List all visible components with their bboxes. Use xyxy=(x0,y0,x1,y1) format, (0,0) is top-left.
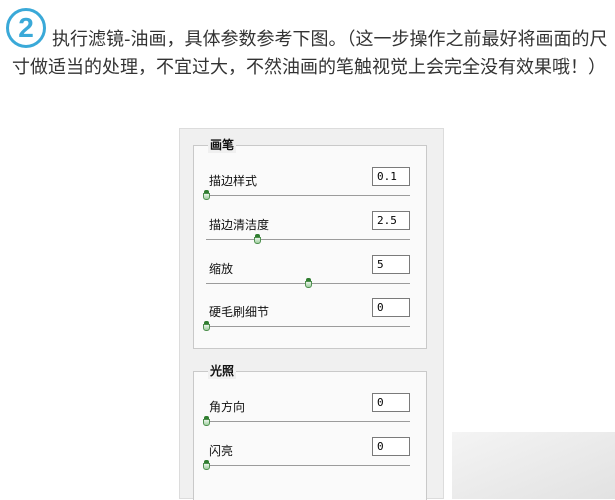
slider-thumb-icon[interactable] xyxy=(254,234,261,244)
lighting-group-title: 光照 xyxy=(208,363,237,379)
stroke-style-input[interactable]: 0.1 xyxy=(372,167,410,186)
slider-thumb-icon[interactable] xyxy=(203,321,210,331)
slider-thumb-icon[interactable] xyxy=(203,460,210,470)
stroke-style-slider[interactable] xyxy=(203,190,410,200)
stroke-style-label: 描边样式 xyxy=(209,174,258,188)
scale-slider[interactable] xyxy=(206,278,410,288)
bristle-detail-label: 硬毛刷细节 xyxy=(209,305,270,319)
slider-thumb-icon[interactable] xyxy=(203,416,210,426)
bristle-detail-slider[interactable] xyxy=(203,321,410,331)
angle-direction-input[interactable]: 0 xyxy=(372,393,410,412)
shine-input[interactable]: 0 xyxy=(372,437,410,456)
oil-paint-dialog: 画笔 描边样式 0.1 描边清洁度 2.5 缩放 5 硬毛刷细节 0 光照 角方… xyxy=(179,128,444,500)
shine-slider[interactable] xyxy=(203,460,410,470)
brush-group-title: 画笔 xyxy=(208,137,237,153)
scale-input[interactable]: 5 xyxy=(372,255,410,274)
stroke-cleanliness-slider[interactable] xyxy=(206,234,410,244)
stroke-cleanliness-label: 描边清洁度 xyxy=(209,218,270,232)
brush-group: 画笔 描边样式 0.1 描边清洁度 2.5 缩放 5 硬毛刷细节 0 xyxy=(193,137,427,349)
angle-direction-label: 角方向 xyxy=(209,400,246,414)
slider-thumb-icon[interactable] xyxy=(305,278,312,288)
scale-label: 缩放 xyxy=(209,262,234,276)
slider-thumb-icon[interactable] xyxy=(203,190,210,200)
param-scale: 缩放 5 xyxy=(194,255,426,301)
param-bristle-detail: 硬毛刷细节 0 xyxy=(194,298,426,344)
lighting-group: 光照 角方向 0 闪亮 0 xyxy=(193,363,427,500)
bristle-detail-input[interactable]: 0 xyxy=(372,298,410,317)
param-stroke-cleanliness: 描边清洁度 2.5 xyxy=(194,211,426,257)
param-angle-direction: 角方向 0 xyxy=(194,393,426,439)
param-shine: 闪亮 0 xyxy=(194,437,426,483)
shine-label: 闪亮 xyxy=(209,444,234,458)
param-stroke-style: 描边样式 0.1 xyxy=(194,167,426,213)
instruction-text: 执行滤镜-油画，具体参数参考下图。（这一步操作之前最好将画面的尺寸做适当的处理，… xyxy=(12,29,608,78)
background-shape xyxy=(452,432,615,499)
angle-direction-slider[interactable] xyxy=(203,416,410,426)
stroke-cleanliness-input[interactable]: 2.5 xyxy=(372,211,410,230)
